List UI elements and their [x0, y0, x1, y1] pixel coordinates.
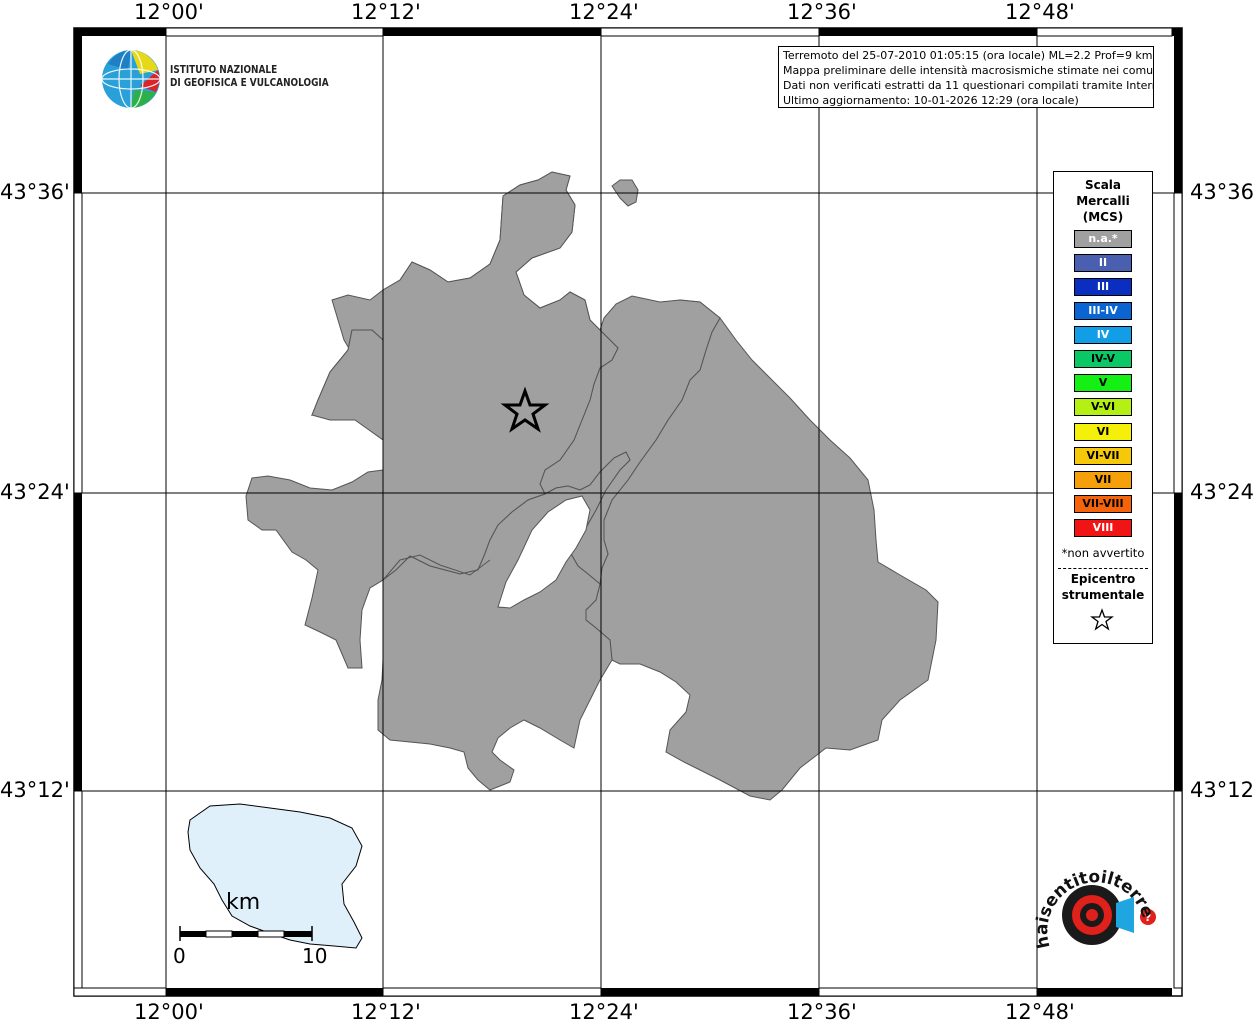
legend-chip-v: V	[1074, 374, 1132, 392]
logo-line1: ISTITUTO NAZIONALE	[170, 64, 278, 76]
ingv-logo: ISTITUTO NAZIONALE DI GEOFISICA E VULCAN…	[100, 48, 330, 110]
lat-tick-right-1: 43°36'	[1190, 180, 1255, 204]
event-info-box: Terremoto del 25-07-2010 01:05:15 (ora l…	[778, 46, 1154, 108]
event-info-line4: Ultimo aggiornamento: 10-01-2026 12:29 (…	[783, 94, 1079, 107]
lat-tick-right-3: 43°12'	[1190, 778, 1255, 802]
legend-chip-vii: VII	[1074, 471, 1132, 489]
legend-chip-vi: VI	[1074, 423, 1132, 441]
municipality-north-west	[245, 329, 384, 669]
frame-border-left	[73, 36, 83, 989]
municipalities-layer	[245, 171, 939, 801]
legend-note: *non avvertito	[1061, 546, 1145, 560]
event-info-line1: Terremoto del 25-07-2010 01:05:15 (ora l…	[783, 49, 1153, 62]
globe-icon	[101, 49, 161, 109]
lon-tick-top-1: 12°00'	[134, 0, 204, 24]
scale-unit-label: km	[226, 890, 261, 915]
event-info-line2: Mappa preliminare delle intensità macros…	[783, 64, 1154, 77]
intensity-legend: Scala Mercalli (MCS) n.a.* II III III-IV…	[1053, 171, 1153, 644]
legend-title: Scala Mercalli (MCS)	[1054, 177, 1152, 225]
legend-epicenter-line2: strumentale	[1061, 588, 1145, 602]
frame-border-right	[1173, 36, 1183, 989]
legend-chip-na: n.a.*	[1074, 230, 1132, 248]
logo-line2: DI GEOFISICA E VULCANOLOGIA	[170, 77, 329, 89]
lon-tick-top-3: 12°24'	[569, 0, 639, 24]
lat-tick-right-2: 43°24'	[1190, 480, 1255, 504]
lon-tick-bottom-5: 12°48'	[1005, 1000, 1075, 1024]
lon-tick-top-4: 12°36'	[787, 0, 857, 24]
event-info-line3: Dati non verificati estratti da 11 quest…	[783, 79, 1154, 92]
lon-tick-bottom-1: 12°00'	[134, 1000, 204, 1024]
legend-chip-viii: VIII	[1074, 519, 1132, 537]
legend-title-line3: (MCS)	[1082, 210, 1124, 224]
legend-epicenter-label: Epicentro strumentale	[1054, 571, 1152, 603]
legend-divider	[1058, 568, 1148, 569]
lon-tick-top-5: 12°48'	[1005, 0, 1075, 24]
legend-chip-iv: IV	[1074, 326, 1132, 344]
legend-chip-v-vi: V-VI	[1074, 398, 1132, 416]
legend-chip-ii: II	[1074, 254, 1132, 272]
lon-tick-bottom-3: 12°24'	[569, 1000, 639, 1024]
lon-tick-bottom-4: 12°36'	[787, 1000, 857, 1024]
legend-chip-iii: III	[1074, 278, 1132, 296]
frame-border-top	[74, 27, 1182, 37]
legend-chip-vi-vii: VI-VII	[1074, 447, 1132, 465]
lat-tick-left-3: 43°12'	[0, 778, 70, 802]
haisentito-logo: ? haisentitoilterremoto.it	[1021, 840, 1165, 980]
frame-border-bottom	[73, 987, 1172, 997]
lat-tick-left-1: 43°36'	[0, 180, 70, 204]
lat-tick-left-2: 43°24'	[0, 480, 70, 504]
lon-tick-top-2: 12°12'	[351, 0, 421, 24]
legend-chip-iv-v: IV-V	[1074, 350, 1132, 368]
legend-epicenter-line1: Epicentro	[1070, 572, 1136, 586]
scale-start-label: 0	[173, 944, 186, 968]
scale-end-label: 10	[302, 944, 328, 968]
legend-title-line1: Scala	[1084, 178, 1122, 192]
legend-title-line2: Mercalli	[1076, 194, 1130, 208]
haisentito-badge-icon: ? haisentitoilterremoto.it	[1021, 840, 1157, 950]
legend-star-icon	[1090, 608, 1114, 631]
inset-lake-shape	[187, 803, 363, 949]
lon-tick-bottom-2: 12°12'	[351, 1000, 421, 1024]
legend-chip-iii-iv: III-IV	[1074, 302, 1132, 320]
legend-chip-vii-viii: VII-VIII	[1074, 495, 1132, 513]
